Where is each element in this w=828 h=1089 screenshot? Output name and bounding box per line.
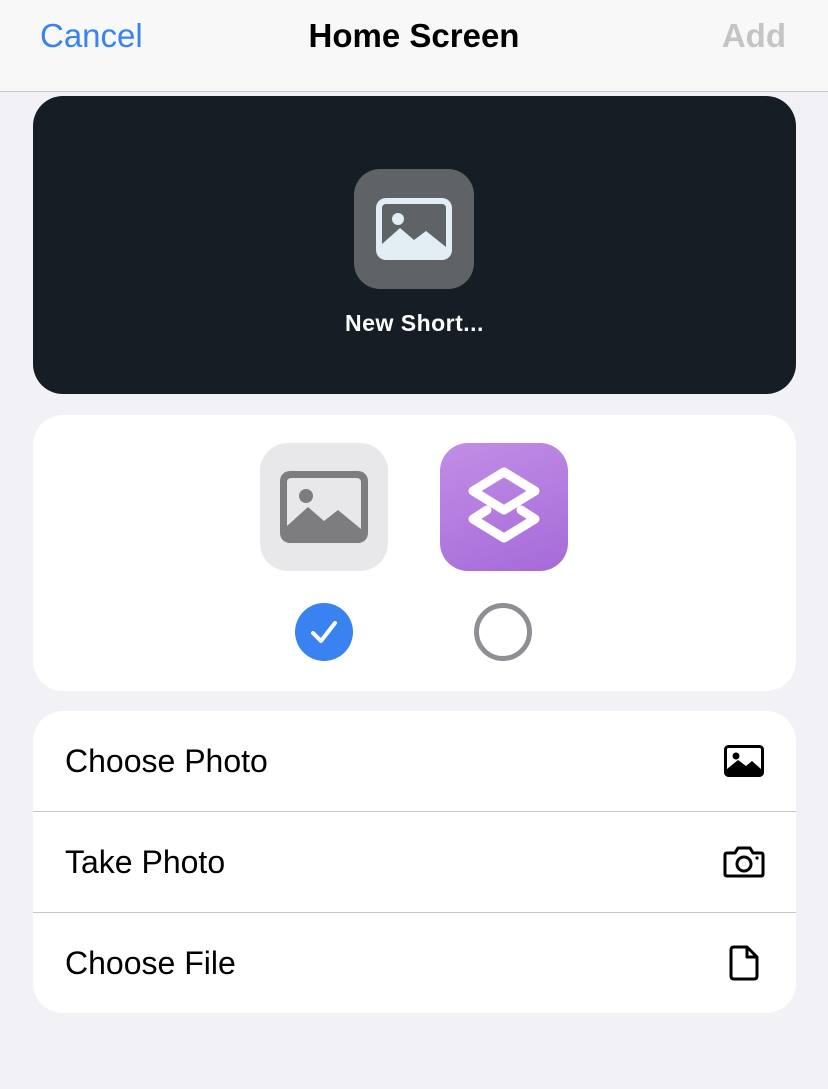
shortcuts-option-radio[interactable] <box>474 603 532 661</box>
photo-icon <box>376 198 452 260</box>
image-source-menu: Choose Photo Take Photo Choose File <box>33 711 796 1013</box>
photo-icon <box>722 741 766 781</box>
add-button[interactable]: Add <box>722 14 786 58</box>
home-screen-preview: New Short... <box>33 96 796 394</box>
menu-item-label: Take Photo <box>65 844 226 880</box>
document-icon <box>722 943 766 983</box>
checkmark-icon <box>311 621 337 643</box>
icon-choice-panel <box>33 415 796 691</box>
photo-icon <box>280 471 368 543</box>
menu-item-choose-file[interactable]: Choose File <box>33 913 796 1013</box>
menu-item-label: Choose Photo <box>65 743 268 779</box>
navigation-bar: Cancel Home Screen Add <box>0 0 828 92</box>
shortcuts-icon-option[interactable] <box>440 443 568 571</box>
photo-icon-option[interactable] <box>260 443 388 571</box>
camera-icon <box>722 842 766 882</box>
menu-item-take-photo[interactable]: Take Photo <box>33 812 796 913</box>
photo-option-radio-selected[interactable] <box>295 603 353 661</box>
preview-app-icon <box>354 169 474 289</box>
page-title: Home Screen <box>308 17 520 54</box>
preview-app-name: New Short... <box>345 310 484 336</box>
menu-item-choose-photo[interactable]: Choose Photo <box>33 711 796 812</box>
menu-item-label: Choose File <box>65 945 236 981</box>
shortcuts-app-icon <box>468 467 540 543</box>
